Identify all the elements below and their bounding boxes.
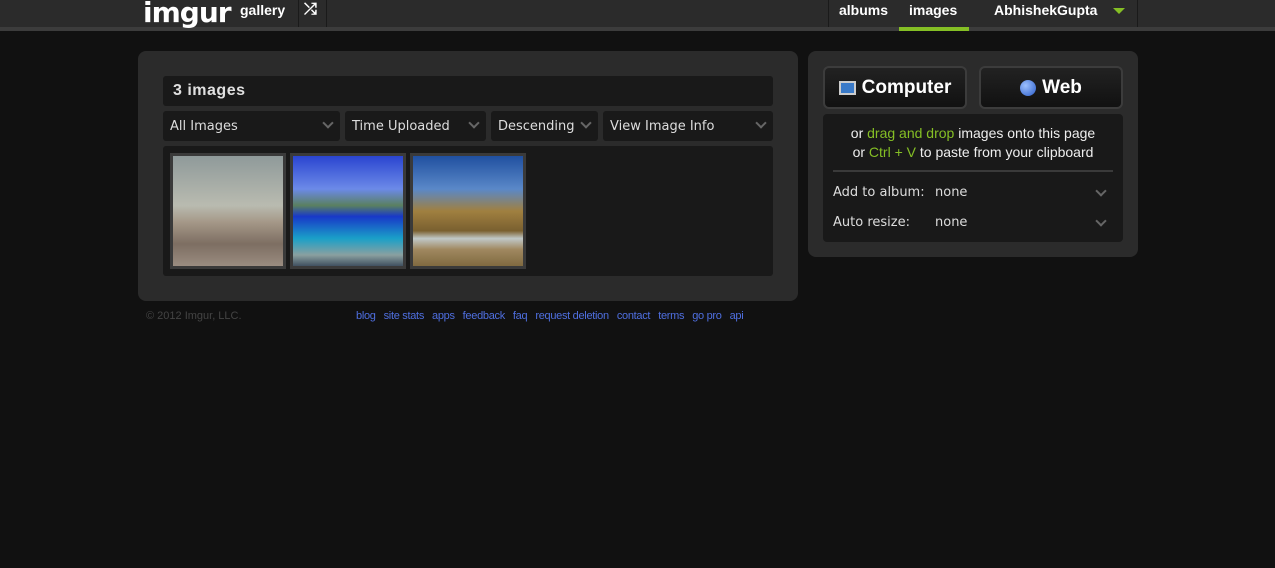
user-menu[interactable]: AbhishekGupta (994, 0, 1097, 27)
caret-down-icon[interactable] (1113, 8, 1125, 20)
copyright: © 2012 Imgur, LLC. (146, 310, 242, 322)
monitor-icon (838, 80, 856, 95)
sort-by-dropdown[interactable]: Time Uploaded (345, 111, 486, 141)
chevron-down-icon (1095, 215, 1107, 227)
nav-albums[interactable]: albums (839, 0, 888, 27)
nav-images[interactable]: images (909, 0, 957, 27)
footer-link-go-pro[interactable]: go pro (692, 310, 722, 322)
thumbnail-rock-arch-beach[interactable] (410, 153, 526, 269)
footer-link-api[interactable]: api (730, 310, 744, 322)
footer-link-blog[interactable]: blog (356, 310, 376, 322)
imgur-logo[interactable]: imgur (143, 0, 232, 29)
album-select[interactable]: Add to album: none (833, 185, 1113, 200)
chevron-down-icon (322, 117, 334, 129)
footer-link-terms[interactable]: terms (658, 310, 684, 322)
image-count: 3 images (163, 76, 773, 106)
chevron-down-icon (580, 117, 592, 129)
footer-link-feedback[interactable]: feedback (463, 310, 506, 322)
active-tab-indicator (899, 27, 969, 31)
chevron-down-icon (468, 117, 480, 129)
footer-link-faq[interactable]: faq (513, 310, 528, 322)
footer-link-contact[interactable]: contact (617, 310, 651, 322)
footer-links: blog site stats apps feedback faq request del… (348, 310, 744, 322)
view-dropdown[interactable]: View Image Info (603, 111, 773, 141)
globe-icon (1020, 79, 1037, 96)
upload-web-button[interactable]: Web (979, 66, 1123, 109)
chevron-down-icon (1095, 185, 1107, 197)
footer-link-apps[interactable]: apps (432, 310, 455, 322)
resize-select[interactable]: Auto resize: none (833, 215, 1113, 230)
footer-link-site-stats[interactable]: site stats (384, 310, 425, 322)
shuffle-icon[interactable]: ⤮ (304, 0, 317, 27)
thumbnail-mountains[interactable] (170, 153, 286, 269)
filter-dropdown[interactable]: All Images (163, 111, 340, 141)
footer-link-request-deletion[interactable]: request deletion (535, 310, 609, 322)
order-dropdown[interactable]: Descending (491, 111, 598, 141)
chevron-down-icon (755, 117, 767, 129)
upload-info: or drag and drop images onto this page or… (823, 114, 1123, 242)
nav-gallery[interactable]: gallery (240, 0, 285, 27)
thumbnail-tropical-sailboat[interactable] (290, 153, 406, 269)
upload-computer-button[interactable]: Computer (823, 66, 967, 109)
